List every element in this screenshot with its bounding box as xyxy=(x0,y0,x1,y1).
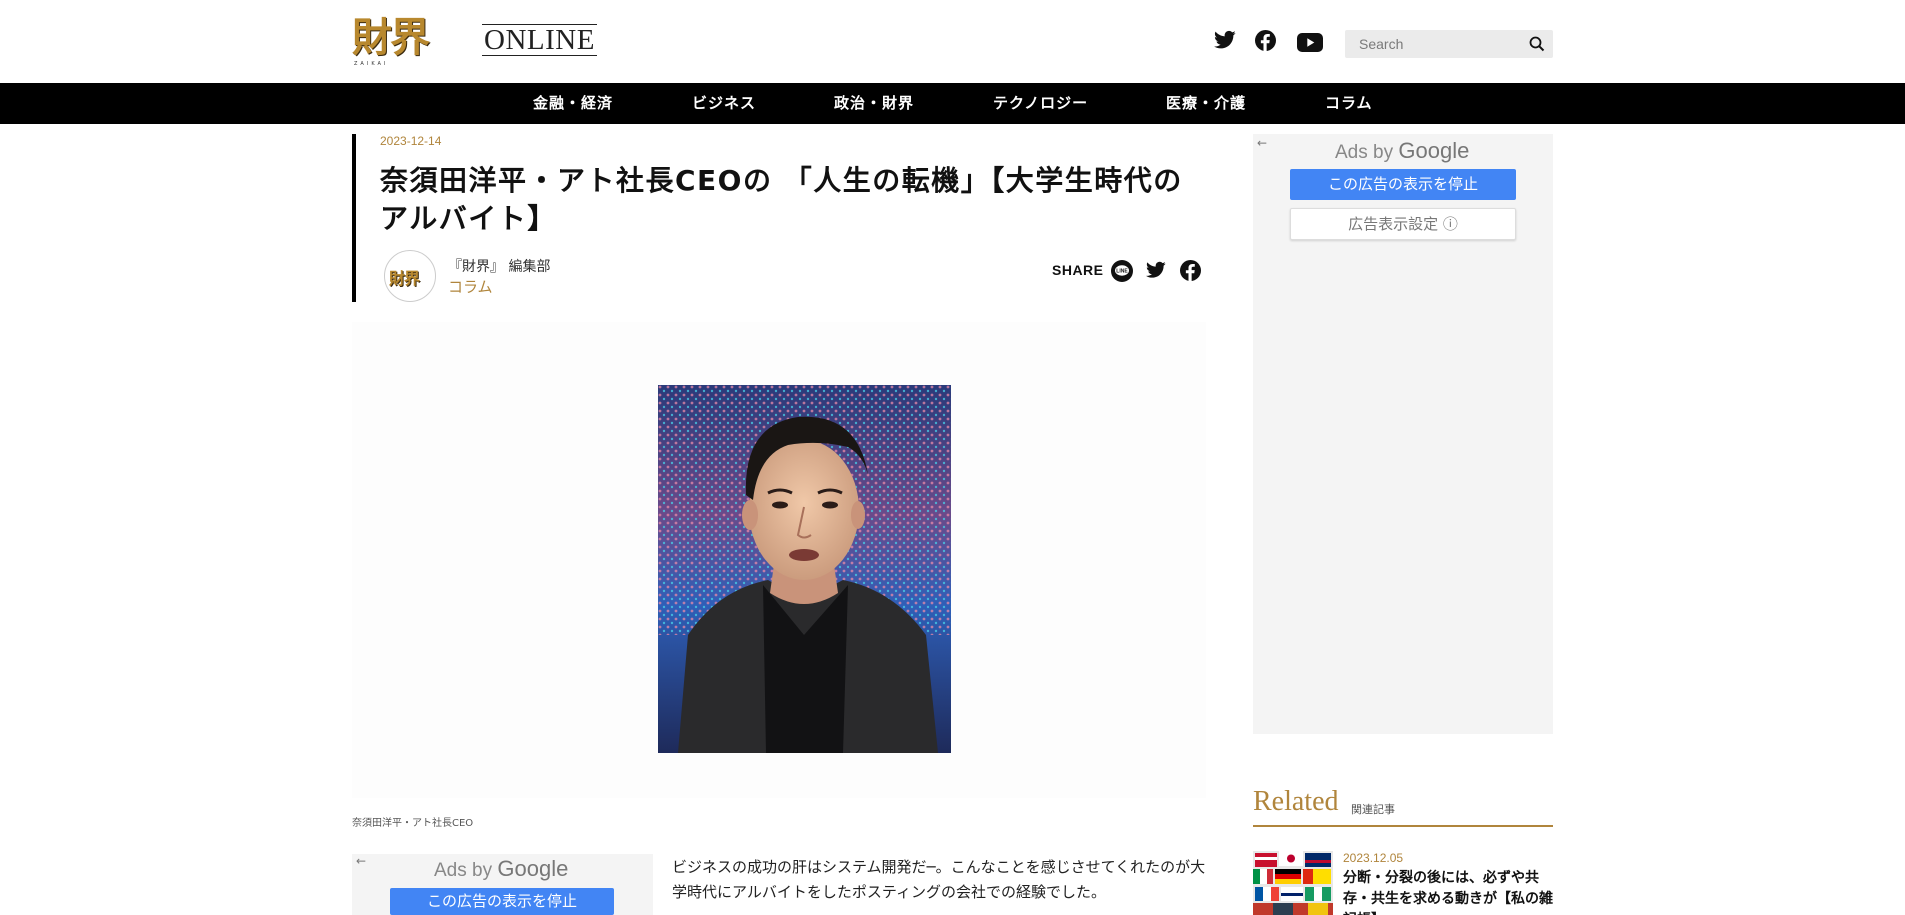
facebook-share-icon[interactable] xyxy=(1180,260,1201,285)
nav-item-column[interactable]: コラム xyxy=(1325,83,1373,124)
twitter-icon[interactable] xyxy=(1214,30,1236,50)
ads-by-google-label: Ads by Google xyxy=(434,856,568,882)
side-ads-by-text: Ads by xyxy=(1335,142,1394,163)
youtube-icon[interactable] xyxy=(1297,33,1323,52)
related-thumbnail[interactable] xyxy=(1253,851,1333,915)
author-avatar-logo: 財界 xyxy=(389,269,420,288)
logo-online-text: ONLINE xyxy=(482,24,597,56)
author-name[interactable]: 『財界』 編集部 xyxy=(448,256,550,276)
nav-item-business[interactable]: ビジネス xyxy=(692,83,756,124)
article-category[interactable]: コラム xyxy=(448,276,493,297)
inline-ad-stop-button[interactable]: この広告の表示を停止 xyxy=(390,888,614,915)
article-body: ビジネスの成功の肝はシステム開発だ─。こんなことを感じさせてくれたのが大学時代に… xyxy=(672,858,1206,901)
photo-caption: 奈須田洋平・アト社長CEO xyxy=(352,818,474,829)
nav-item-politics[interactable]: 政治・財界 xyxy=(834,83,914,124)
site-logo[interactable]: 財界 ZAIKAI ONLINE xyxy=(352,16,597,72)
twitter-share-icon[interactable] xyxy=(1146,261,1166,283)
related-item-title[interactable]: 分断・分裂の後には、必ずや共存・共生を求める動きが【私の雑記帳】 xyxy=(1343,868,1555,915)
related-heading: Related xyxy=(1253,786,1339,817)
site-header: 財界 ZAIKAI ONLINE xyxy=(0,0,1905,83)
nav-item-medical[interactable]: 医療・介護 xyxy=(1166,83,1246,124)
share-label: SHARE xyxy=(1052,262,1104,278)
logo-kanji: 財界 xyxy=(352,14,430,61)
side-ad-back-arrow-icon[interactable]: ← xyxy=(1257,136,1267,150)
ads-by-text: Ads by xyxy=(434,860,493,881)
ad-back-arrow-icon[interactable]: ← xyxy=(356,854,366,868)
facebook-icon[interactable] xyxy=(1255,30,1276,51)
side-ad-stop-button[interactable]: この広告の表示を停止 xyxy=(1290,169,1516,200)
line-share-icon[interactable]: LINE xyxy=(1110,259,1134,287)
author-avatar[interactable]: 財界 xyxy=(384,250,436,302)
search-icon[interactable] xyxy=(1529,36,1545,56)
nav-item-technology[interactable]: テクノロジー xyxy=(993,83,1088,124)
logo-subtext: ZAIKAI xyxy=(354,61,389,67)
search-input[interactable] xyxy=(1345,30,1525,58)
side-ad: ← Ads by Google この広告の表示を停止 広告表示設定 ⓘ xyxy=(1253,134,1553,734)
article-photo xyxy=(658,385,951,753)
article-header: 2023-12-14 奈須田洋平・アト社長CEOの 「人生の転機」【大学生時代の… xyxy=(352,134,1202,302)
nav-item-finance[interactable]: 金融・経済 xyxy=(533,83,613,124)
google-text: Google xyxy=(497,856,569,881)
related-item-date: 2023.12.05 xyxy=(1343,851,1404,865)
side-google-text: Google xyxy=(1398,138,1470,163)
svg-text:LINE: LINE xyxy=(1116,268,1128,274)
article-date: 2023-12-14 xyxy=(380,134,442,148)
inline-ad: ← Ads by Google この広告の表示を停止 xyxy=(352,854,653,915)
related-subheading: 関連記事 xyxy=(1351,803,1395,816)
side-ads-by-google-label: Ads by Google xyxy=(1335,138,1469,164)
main-nav: 金融・経済 ビジネス 政治・財界 テクノロジー 医療・介護 コラム xyxy=(0,83,1905,124)
article-title: 奈須田洋平・アト社長CEOの 「人生の転機」【大学生時代のアルバイト】 xyxy=(380,164,1183,235)
side-ad-settings-button[interactable]: 広告表示設定 ⓘ xyxy=(1290,208,1516,240)
related-divider xyxy=(1253,825,1553,827)
search-box xyxy=(1345,30,1553,58)
